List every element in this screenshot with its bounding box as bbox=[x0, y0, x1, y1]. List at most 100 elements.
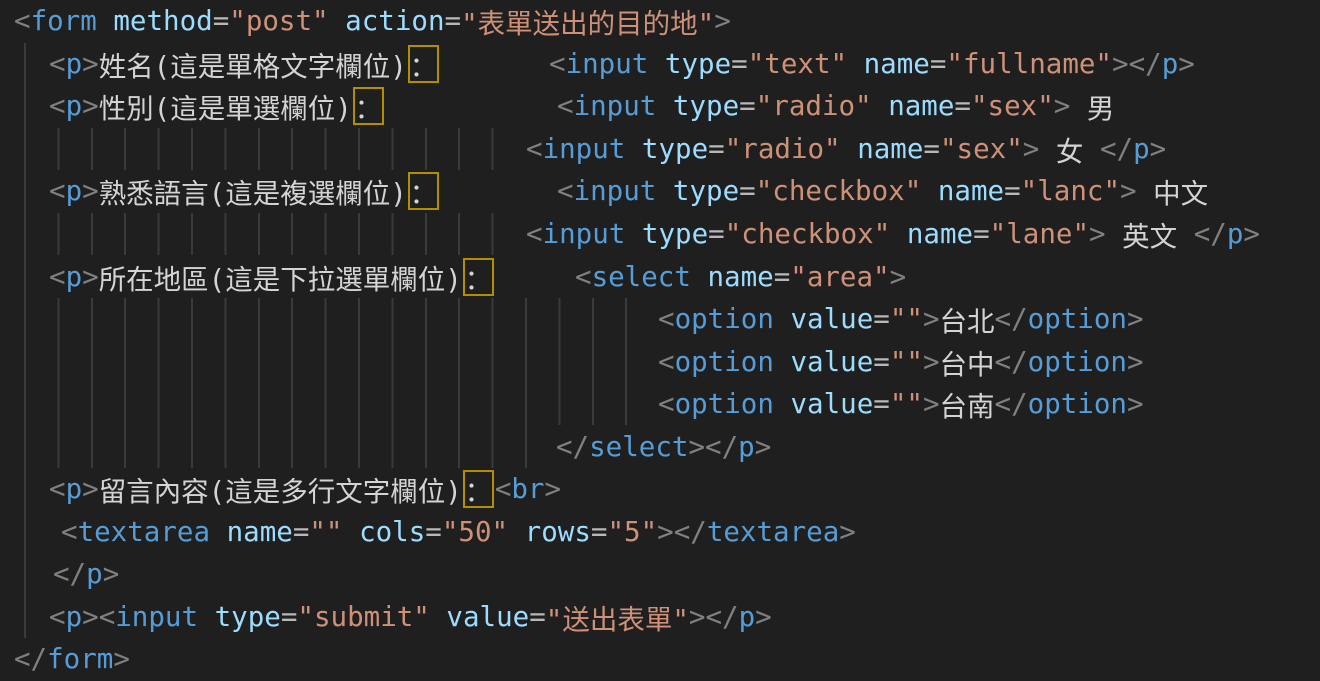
code-token-tag: p bbox=[1227, 218, 1244, 250]
code-line: <p><input type="submit" value="送出表單"></p… bbox=[0, 596, 1320, 639]
code-token-eq: = bbox=[708, 218, 725, 250]
code-token-punct: < bbox=[49, 48, 66, 80]
code-token-txt: 留言內容(這是多行文字欄位) bbox=[99, 469, 462, 509]
code-token-attr: name bbox=[888, 90, 954, 122]
code-token-punct: > bbox=[755, 601, 772, 633]
indent-guides bbox=[24, 170, 26, 213]
code-token-txt bbox=[656, 90, 673, 122]
code-token-punct: < bbox=[658, 388, 675, 420]
code-token-punct: > bbox=[82, 261, 99, 293]
code-token-punct: > bbox=[82, 473, 99, 505]
code-token-attr: name bbox=[938, 175, 1004, 207]
code-segment: <option value="">台北</option> bbox=[658, 298, 1144, 341]
code-token-attr: type bbox=[665, 48, 731, 80]
code-token-tag: option bbox=[1028, 303, 1127, 335]
code-token-tag: textarea bbox=[78, 516, 210, 548]
code-token-punct: > bbox=[103, 558, 120, 590]
indent-guides bbox=[24, 468, 26, 511]
code-token-txt bbox=[774, 388, 791, 420]
code-token-punct: < bbox=[549, 48, 566, 80]
code-token-punct: > bbox=[689, 601, 706, 633]
unicode-highlight-colon: ： bbox=[408, 172, 439, 210]
code-token-tag: option bbox=[675, 388, 774, 420]
code-token-punct: > bbox=[1054, 90, 1071, 122]
code-token-tag: p bbox=[66, 175, 83, 207]
unicode-highlight-colon: ： bbox=[463, 258, 494, 296]
code-token-str: "" bbox=[890, 346, 923, 378]
code-token-txt: 男 bbox=[1070, 86, 1114, 126]
code-token-punct: > bbox=[1127, 346, 1144, 378]
code-token-tag: input bbox=[543, 133, 626, 165]
code-segment: </select></p> bbox=[556, 425, 771, 468]
indent-guides bbox=[24, 425, 527, 468]
code-token-punct: < bbox=[49, 473, 66, 505]
code-token-tag: input bbox=[566, 48, 649, 80]
code-token-eq: = bbox=[293, 516, 310, 548]
code-line: <option value="">台中</option> bbox=[0, 340, 1320, 383]
code-token-punct: </ bbox=[556, 431, 589, 463]
code-editor[interactable]: <form method="post" action="表單送出的目的地"><p… bbox=[0, 0, 1320, 681]
code-token-punct: > bbox=[1089, 218, 1106, 250]
indent-guides bbox=[24, 213, 494, 256]
code-segment: <p>性別(這是單選欄位)： bbox=[49, 85, 385, 128]
code-token-punct: < bbox=[526, 133, 543, 165]
code-token-str: "post" bbox=[229, 5, 328, 37]
code-token-attr: name bbox=[907, 218, 973, 250]
code-token-txt bbox=[97, 5, 114, 37]
code-token-tag: p bbox=[739, 601, 756, 633]
code-token-str: "fullname" bbox=[946, 48, 1112, 80]
code-line: <input type="checkbox" name="lane"> 英文 <… bbox=[0, 213, 1320, 256]
code-line: <p>性別(這是單選欄位)：<input type="radio" name="… bbox=[0, 85, 1320, 128]
code-token-eq: = bbox=[923, 133, 940, 165]
code-token-eq: = bbox=[591, 516, 608, 548]
code-segment: <input type="text" name="fullname"></p> bbox=[549, 43, 1195, 86]
code-token-txt: 台中 bbox=[940, 342, 995, 382]
code-token-tag: p bbox=[738, 431, 755, 463]
code-segment: <option value="">台南</option> bbox=[658, 383, 1144, 426]
code-token-txt: 性別(這是單選欄位) bbox=[99, 86, 352, 126]
code-token-str: "50" bbox=[442, 516, 508, 548]
code-token-txt bbox=[198, 601, 215, 633]
code-token-punct: > bbox=[545, 473, 562, 505]
code-token-tag: p bbox=[66, 261, 83, 293]
code-token-tag: select bbox=[589, 431, 688, 463]
code-token-txt: 所在地區(這是下拉選單欄位) bbox=[99, 257, 462, 297]
code-token-attr: type bbox=[642, 133, 708, 165]
code-token-txt bbox=[841, 133, 858, 165]
code-token-tag: p bbox=[66, 48, 83, 80]
code-segment: <input type="checkbox" name="lanc"> 中文 bbox=[557, 170, 1208, 213]
indent-guides bbox=[24, 340, 627, 383]
code-token-txt: 熟悉語言(這是複選欄位) bbox=[99, 171, 407, 211]
code-token-txt: 女 bbox=[1039, 129, 1100, 169]
code-token-txt: 台北 bbox=[940, 299, 995, 339]
code-token-tag: p bbox=[66, 90, 83, 122]
code-token-punct: </ bbox=[705, 431, 738, 463]
indent-guides bbox=[24, 128, 494, 171]
code-token-punct: > bbox=[1023, 133, 1040, 165]
code-token-txt bbox=[329, 5, 346, 37]
code-token-attr: type bbox=[215, 601, 281, 633]
unicode-highlight-colon: ： bbox=[408, 45, 439, 83]
code-token-punct: > bbox=[688, 431, 705, 463]
code-token-punct: > bbox=[657, 516, 674, 548]
code-token-tag: textarea bbox=[707, 516, 839, 548]
code-token-tag: form bbox=[31, 5, 97, 37]
code-token-txt bbox=[343, 516, 360, 548]
code-token-attr: type bbox=[642, 218, 708, 250]
code-token-punct: < bbox=[658, 346, 675, 378]
code-token-eq: = bbox=[731, 48, 748, 80]
code-line: </select></p> bbox=[0, 425, 1320, 468]
code-token-attr: value bbox=[790, 303, 873, 335]
code-token-eq: = bbox=[445, 5, 462, 37]
code-token-attr: type bbox=[673, 175, 739, 207]
code-segment: <select name="area"> bbox=[575, 255, 906, 298]
code-segment: </p> bbox=[53, 553, 119, 596]
code-token-attr: value bbox=[790, 388, 873, 420]
code-token-txt: 台南 bbox=[940, 384, 995, 424]
code-token-punct: > bbox=[82, 48, 99, 80]
code-token-tag: option bbox=[1028, 388, 1127, 420]
code-line: <p>所在地區(這是下拉選單欄位)：<select name="area"> bbox=[0, 255, 1320, 298]
code-token-eq: = bbox=[739, 90, 756, 122]
code-token-str: "" bbox=[890, 303, 923, 335]
code-segment: <option value="">台中</option> bbox=[658, 340, 1144, 383]
